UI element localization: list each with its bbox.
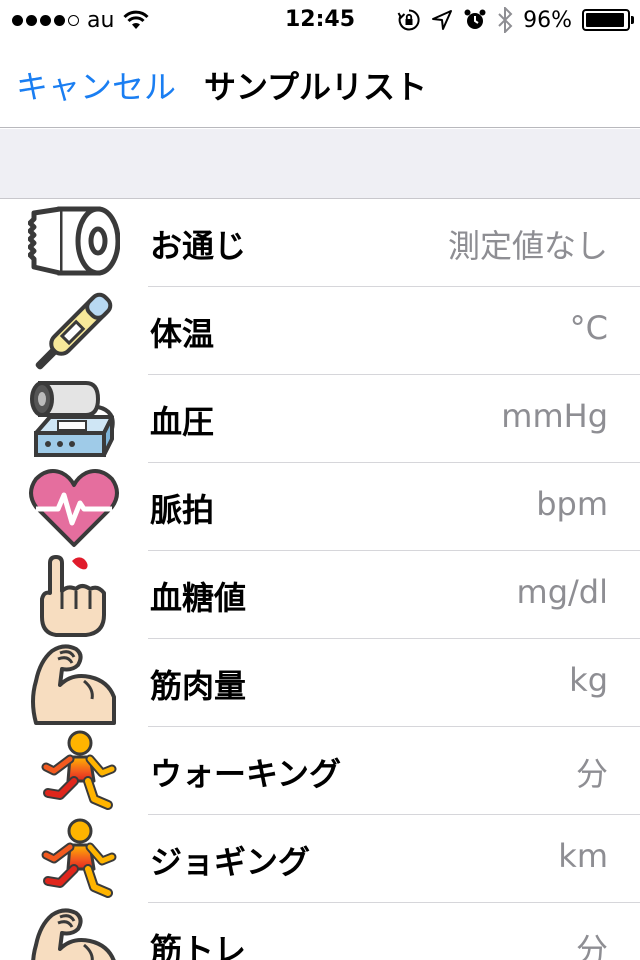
finger-blood-drop-icon: [28, 553, 120, 637]
list-item-label: 脈拍: [150, 491, 215, 529]
battery-percentage: 96%: [523, 7, 572, 33]
list-item-value: km: [558, 837, 608, 875]
list-item-blood-sugar[interactable]: 血糖値 mg/dl: [0, 551, 640, 639]
battery-icon: [582, 9, 634, 31]
location-arrow-icon: [432, 10, 453, 30]
list-item-label: ウォーキング: [150, 755, 342, 793]
list-item-label: 筋肉量: [150, 667, 247, 705]
list-item-label: 体温: [150, 315, 215, 353]
list-item-value: kg: [569, 661, 608, 699]
status-bar: au 12:45 96%: [0, 0, 640, 40]
list-item-value: mg/dl: [516, 573, 608, 611]
list-item-blood-pressure[interactable]: 血圧 mmHg: [0, 375, 640, 463]
list-item-label: お通じ: [150, 227, 247, 265]
list-item-value: 分: [575, 931, 608, 960]
list-item-strength-training[interactable]: 筋トレ 分: [0, 903, 640, 960]
list-item-value: 分: [575, 755, 608, 793]
list-item-muscle-mass[interactable]: 筋肉量 kg: [0, 639, 640, 727]
heart-pulse-icon: [28, 465, 120, 549]
list-item-value: °C: [569, 309, 608, 347]
blood-pressure-monitor-icon: [28, 377, 120, 461]
list-item-value: bpm: [536, 485, 608, 523]
list-item-value: 測定値なし: [447, 227, 608, 265]
walking-figure-icon: [28, 729, 120, 813]
thermometer-icon: [28, 289, 120, 373]
list-item-walking[interactable]: ウォーキング 分: [0, 727, 640, 815]
flexed-arm-icon: [28, 641, 120, 725]
flexed-arm-icon: [28, 905, 120, 960]
bluetooth-icon: [498, 7, 513, 33]
list-item-pulse[interactable]: 脈拍 bpm: [0, 463, 640, 551]
rotation-lock-icon: [397, 9, 420, 31]
navigation-bar: キャンセル サンプルリスト: [0, 40, 640, 128]
list-item-label: 筋トレ: [150, 931, 247, 960]
status-right: 96%: [397, 0, 634, 40]
section-header-spacer: [0, 129, 640, 199]
toilet-paper-icon: [28, 201, 120, 285]
measurement-list: お通じ 測定値なし 体温 °C 血圧 mmHg 脈拍 bpm 血糖値 mg/dl…: [0, 199, 640, 960]
list-item-label: 血圧: [150, 403, 215, 441]
list-item-jogging[interactable]: ジョギング km: [0, 815, 640, 903]
alarm-clock-icon: [464, 9, 486, 29]
page-title: サンプルリスト: [204, 68, 428, 106]
jogging-figure-icon: [28, 817, 120, 901]
list-item-bowel-movement[interactable]: お通じ 測定値なし: [0, 199, 640, 287]
list-item-value: mmHg: [501, 397, 608, 435]
list-item-body-temperature[interactable]: 体温 °C: [0, 287, 640, 375]
list-item-label: ジョギング: [150, 843, 311, 881]
list-item-label: 血糖値: [150, 579, 247, 617]
cancel-button[interactable]: キャンセル: [16, 62, 176, 108]
battery-fill: [586, 13, 625, 27]
